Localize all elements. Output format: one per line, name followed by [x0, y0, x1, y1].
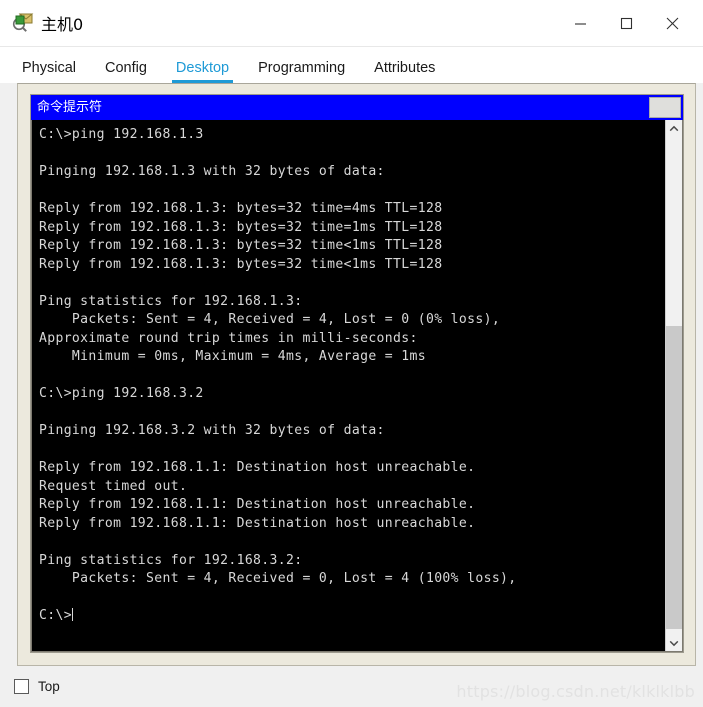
- watermark: https://blog.csdn.net/klklklbb: [456, 682, 695, 701]
- window-title-bar: 主机0: [0, 0, 703, 47]
- window-title: 主机0: [41, 15, 84, 34]
- terminal-cursor: [71, 608, 74, 621]
- host-device-window: 主机0 Physical Config Desktop Programming …: [0, 0, 703, 707]
- title-bar-left-group: 主机0: [0, 11, 557, 35]
- command-prompt-window: 命令提示符 C:\>ping 192.168.1.3 Pinging 192.1…: [30, 94, 684, 653]
- command-prompt-title: 命令提示符: [37, 100, 103, 115]
- terminal-scrollbar-thumb[interactable]: [666, 325, 682, 630]
- terminal-scrollbar[interactable]: [665, 120, 682, 651]
- top-checkbox-label: Top: [38, 679, 60, 694]
- minimize-icon[interactable]: [557, 1, 603, 46]
- tab-physical[interactable]: Physical: [22, 60, 76, 83]
- close-icon[interactable]: [649, 1, 695, 46]
- tab-desktop[interactable]: Desktop: [171, 60, 234, 83]
- terminal-area: C:\>ping 192.168.1.3 Pinging 192.168.1.3…: [31, 120, 683, 652]
- bottom-bar: Top https://blog.csdn.net/klklklbb: [0, 666, 703, 707]
- tab-strip: Physical Config Desktop Programming Attr…: [0, 47, 703, 83]
- maximize-icon[interactable]: [603, 1, 649, 46]
- chevron-up-icon[interactable]: [666, 120, 682, 137]
- top-checkbox[interactable]: [14, 679, 29, 694]
- terminal-output[interactable]: C:\>ping 192.168.1.3 Pinging 192.168.1.3…: [32, 120, 665, 651]
- terminal-scrollbar-track[interactable]: [666, 137, 682, 634]
- tab-attributes[interactable]: Attributes: [374, 60, 435, 83]
- command-prompt-corner-button[interactable]: [649, 97, 681, 118]
- chevron-down-icon[interactable]: [666, 634, 682, 651]
- tab-config[interactable]: Config: [105, 60, 147, 83]
- tab-programming[interactable]: Programming: [258, 60, 345, 83]
- terminal-text: C:\>ping 192.168.1.3 Pinging 192.168.1.3…: [39, 127, 517, 586]
- command-prompt-title-bar: 命令提示符: [31, 95, 683, 120]
- window-controls: [557, 1, 695, 46]
- desktop-tab-panel: 命令提示符 C:\>ping 192.168.1.3 Pinging 192.1…: [17, 83, 696, 666]
- terminal-prompt: C:\>: [39, 608, 72, 623]
- network-device-magnifier-icon: [12, 12, 34, 34]
